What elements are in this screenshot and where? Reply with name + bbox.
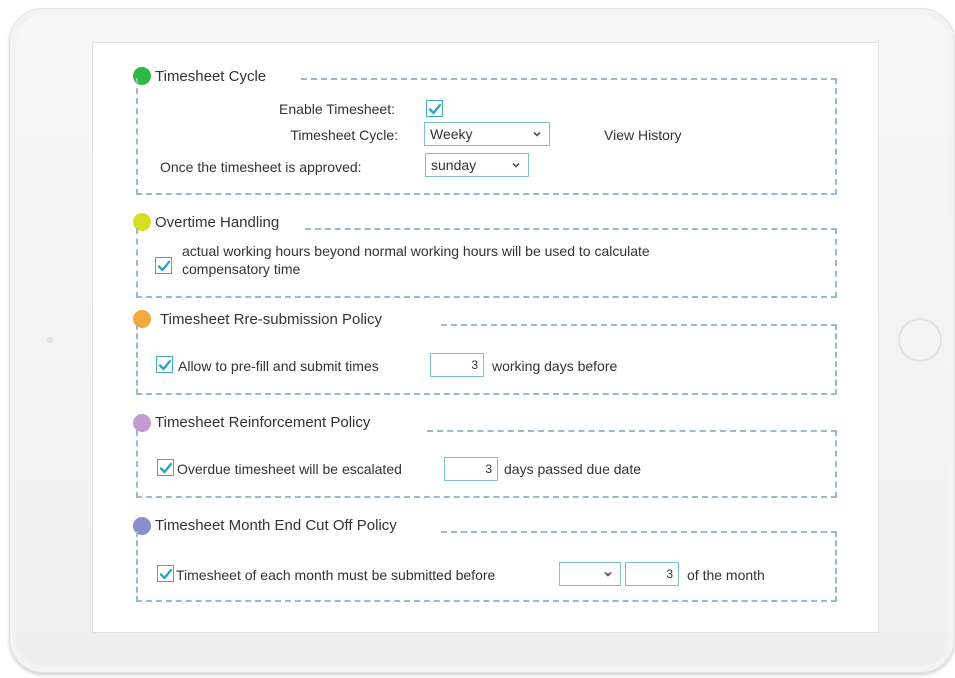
timesheet-cycle-select[interactable]: Weeky bbox=[424, 122, 550, 146]
overtime-text-line2: compensatory time bbox=[182, 261, 301, 277]
monthend-select[interactable] bbox=[559, 562, 621, 586]
enable-timesheet-label: Enable Timesheet: bbox=[279, 101, 395, 117]
checkmark-icon bbox=[158, 359, 172, 371]
home-button[interactable] bbox=[898, 318, 942, 362]
enable-timesheet-checkbox[interactable] bbox=[426, 100, 443, 117]
approved-day-select[interactable]: sunday bbox=[425, 153, 529, 177]
approved-label: Once the timesheet is approved: bbox=[160, 159, 362, 175]
chevron-down-icon bbox=[512, 162, 520, 168]
view-history-link[interactable]: View History bbox=[604, 127, 682, 143]
section-title-reinforcement: Timesheet Reinforcement Policy bbox=[155, 414, 371, 431]
checkmark-icon bbox=[157, 260, 171, 272]
overtime-checkbox[interactable] bbox=[155, 257, 172, 274]
resubmission-text-after: working days before bbox=[492, 358, 618, 374]
reinforcement-text-before: Overdue timesheet will be escalated bbox=[177, 461, 402, 477]
reinforcement-text-after: days passed due date bbox=[504, 461, 641, 477]
monthend-text-before: Timesheet of each month must be submitte… bbox=[176, 567, 496, 583]
resubmission-text-before: Allow to pre-fill and submit times bbox=[178, 358, 379, 374]
monthend-checkbox[interactable] bbox=[157, 565, 174, 582]
monthend-text-after: of the month bbox=[687, 567, 765, 583]
timesheet-cycle-label: Timesheet Cycle: bbox=[290, 127, 398, 143]
checkmark-icon bbox=[428, 103, 442, 115]
monthend-day-input[interactable]: 3 bbox=[625, 562, 679, 586]
reinforcement-checkbox[interactable] bbox=[157, 459, 174, 476]
resubmission-days-input[interactable]: 3 bbox=[430, 353, 484, 377]
checkmark-icon bbox=[159, 462, 173, 474]
chevron-down-icon bbox=[604, 571, 612, 577]
overtime-text-line1: actual working hours beyond normal worki… bbox=[182, 243, 650, 259]
chevron-down-icon bbox=[533, 131, 541, 137]
timesheet-cycle-value: Weeky bbox=[430, 126, 473, 142]
resubmission-checkbox[interactable] bbox=[156, 356, 173, 373]
approved-day-value: sunday bbox=[431, 157, 477, 173]
camera-dot bbox=[47, 337, 53, 343]
reinforcement-days-input[interactable]: 3 bbox=[444, 457, 498, 481]
settings-screen: Timesheet Cycle Enable Timesheet: Timesh… bbox=[92, 42, 879, 633]
checkmark-icon bbox=[159, 568, 173, 580]
